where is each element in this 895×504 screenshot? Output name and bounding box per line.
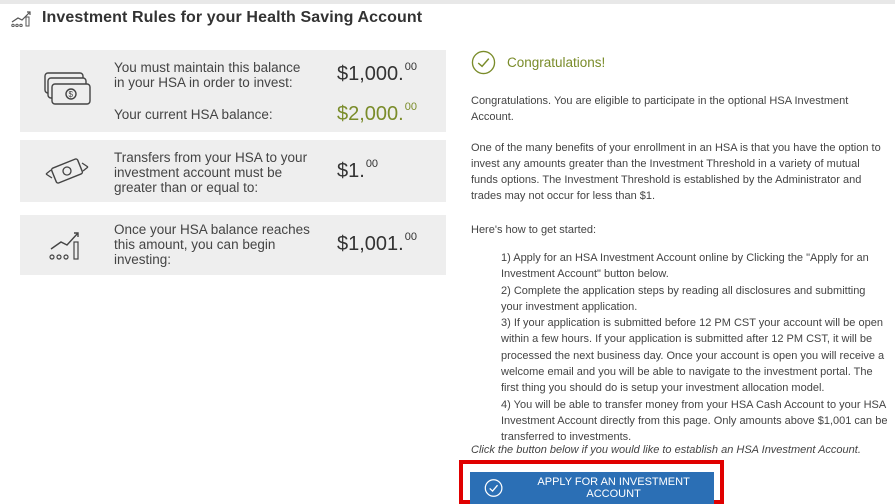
transfer-minimum-card: Transfers from your HSA to your investme… bbox=[20, 140, 446, 202]
apply-investment-account-button[interactable]: APPLY FOR AN INVESTMENT ACCOUNT bbox=[470, 472, 714, 504]
money-transfer-icon bbox=[45, 158, 89, 184]
cash-stack-icon: $ bbox=[44, 72, 91, 105]
check-circle-icon bbox=[484, 479, 503, 497]
step-item: 4) You will be able to transfer money fr… bbox=[501, 398, 888, 444]
top-divider bbox=[0, 0, 895, 4]
benefits-text: One of the many benefits of your enrollm… bbox=[471, 142, 881, 202]
congrats-header: Congratulations! bbox=[471, 50, 605, 75]
investment-threshold-card: Once your HSA balance reaches this amoun… bbox=[20, 215, 446, 275]
howto-text: Here's how to get started: bbox=[471, 224, 596, 236]
steps-list: 1) Apply for an HSA Investment Account o… bbox=[501, 250, 889, 446]
growth-chart-icon bbox=[49, 232, 79, 260]
check-circle-icon bbox=[471, 50, 496, 75]
step-item: 3) If your application is submitted befo… bbox=[501, 317, 885, 395]
investment-threshold-amount: $1,001.00 bbox=[337, 231, 417, 255]
step-item: 1) Apply for an HSA Investment Account o… bbox=[501, 252, 869, 281]
balance-requirement-text: You must maintain this balance in your H… bbox=[114, 60, 301, 90]
page-header: Investment Rules for your Health Saving … bbox=[10, 6, 422, 30]
investment-threshold-text: Once your HSA balance reaches this amoun… bbox=[114, 222, 310, 267]
transfer-minimum-text: Transfers from your HSA to your investme… bbox=[114, 150, 308, 195]
transfer-minimum-amount: $1.00 bbox=[337, 158, 379, 182]
current-balance-amount: $2,000.00 bbox=[337, 101, 417, 125]
apply-button-label: APPLY FOR AN INVESTMENT ACCOUNT bbox=[537, 476, 690, 500]
page-title: Investment Rules for your Health Saving … bbox=[42, 9, 423, 26]
eligible-text: Congratulations. You are eligible to par… bbox=[471, 95, 849, 123]
current-balance-label: Your current HSA balance: bbox=[114, 107, 273, 122]
svg-text:$: $ bbox=[69, 90, 74, 99]
balance-requirement-amount: $1,000.00 bbox=[337, 61, 417, 85]
balance-requirement-card: $ You must maintain this balance in your… bbox=[20, 50, 446, 132]
congrats-title: Congratulations! bbox=[507, 55, 606, 70]
apply-instruction: Click the button below if you would like… bbox=[471, 444, 861, 456]
growth-chart-icon bbox=[11, 11, 31, 27]
step-item: 2) Complete the application steps by rea… bbox=[501, 284, 866, 313]
